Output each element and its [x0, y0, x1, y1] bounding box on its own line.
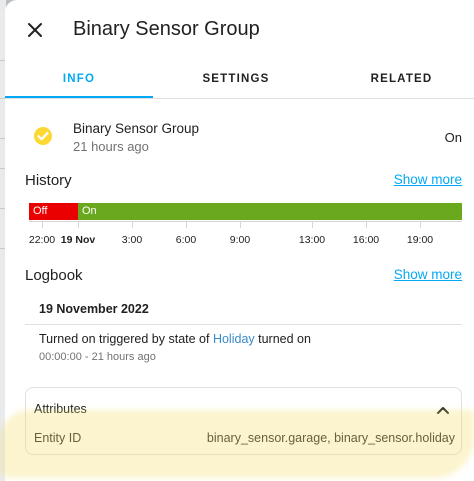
active-tab-indicator [5, 96, 153, 98]
entity-state-row[interactable]: Binary Sensor Group 21 hours ago On [5, 112, 474, 160]
history-show-more-link[interactable]: Show more [394, 172, 462, 187]
logbook-title: Logbook [25, 267, 83, 284]
logbook-date-heading: 19 November 2022 [39, 302, 149, 316]
axis-tick [78, 222, 79, 228]
entity-name: Binary Sensor Group [73, 121, 200, 136]
logbook-entry-time: 00:00:00 - 21 hours ago [39, 351, 156, 363]
axis-tick [240, 222, 241, 228]
axis-label: 9:00 [229, 234, 251, 246]
chevron-up-icon [437, 407, 449, 414]
axis-label: 6:00 [175, 234, 197, 246]
attribute-key: Entity ID [34, 431, 82, 445]
close-icon [28, 23, 42, 37]
axis-tick [132, 222, 133, 228]
tab-bar: INFO SETTINGS RELATED [5, 60, 474, 99]
axis-label: 22:00 [28, 234, 56, 246]
timeline-segment-on[interactable]: On [78, 203, 462, 220]
attributes-panel: Attributes Entity ID binary_sensor.garag… [25, 387, 462, 455]
attributes-collapse-button[interactable] [433, 400, 453, 420]
axis-tick [366, 222, 367, 228]
attributes-title: Attributes [34, 402, 87, 416]
check-circle-icon [34, 127, 52, 145]
close-button[interactable] [21, 16, 49, 44]
logbook-entry-link[interactable]: Holiday [213, 332, 255, 346]
axis-tick [420, 222, 421, 228]
tab-info[interactable]: INFO [5, 60, 153, 98]
axis-label: 16:00 [352, 234, 380, 246]
tab-related[interactable]: RELATED [325, 60, 474, 98]
logbook-entry-text: Turned on triggered by state of [39, 332, 213, 346]
timeline-axis [29, 221, 462, 222]
axis-label: 3:00 [121, 234, 143, 246]
axis-tick [42, 222, 43, 228]
dialog-title: Binary Sensor Group [73, 18, 260, 40]
entity-state: On [444, 130, 462, 145]
logbook-entry-text-end: turned on [254, 332, 311, 346]
logbook-show-more-link[interactable]: Show more [394, 267, 462, 282]
axis-tick [312, 222, 313, 228]
entity-last-changed: 21 hours ago [73, 139, 149, 154]
history-title: History [25, 172, 72, 189]
dialog-header: Binary Sensor Group [5, 0, 474, 60]
axis-label: 19 Nov [60, 234, 96, 246]
tab-settings[interactable]: SETTINGS [153, 60, 319, 98]
axis-label: 13:00 [298, 234, 326, 246]
axis-label: 19:00 [406, 234, 434, 246]
more-info-dialog: Binary Sensor Group INFO SETTINGS RELATE… [5, 0, 474, 481]
history-timeline[interactable]: Off On [29, 203, 462, 220]
axis-tick [186, 222, 187, 228]
timeline-segment-off[interactable]: Off [29, 203, 78, 220]
attribute-value: binary_sensor.garage, binary_sensor.holi… [206, 431, 455, 445]
logbook-entry: Turned on triggered by state of Holiday … [39, 332, 311, 346]
logbook-divider [25, 324, 462, 325]
